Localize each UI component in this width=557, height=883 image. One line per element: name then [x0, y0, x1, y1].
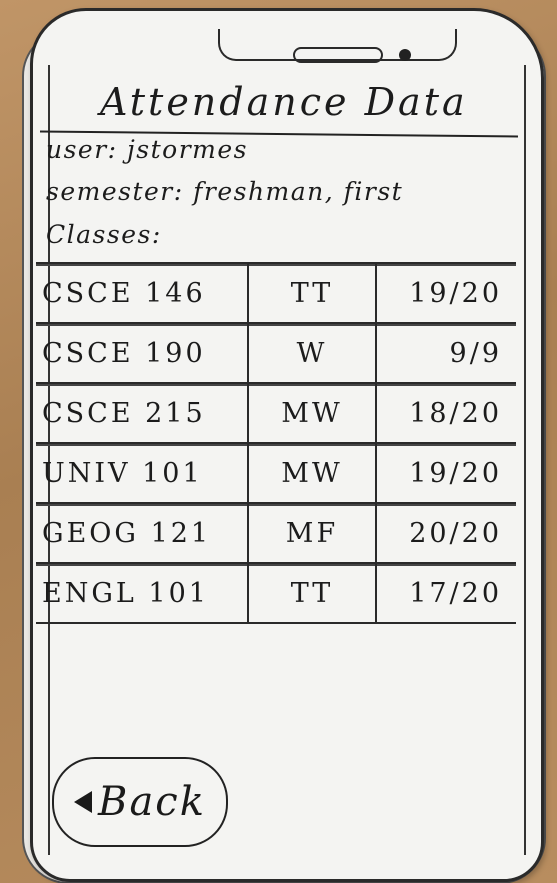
speaker-icon [293, 47, 383, 63]
table-row[interactable]: UNIV 101 MW 19/20 [36, 442, 516, 502]
days-cell: W [249, 324, 377, 382]
attendance-cell: 9/9 [449, 337, 502, 369]
semester-info: semester: freshman, first [46, 177, 404, 206]
course-cell: ENGL 101 [36, 564, 249, 622]
scene: Attendance Data user: jstormes semester:… [0, 0, 557, 883]
back-button[interactable]: Back [52, 757, 228, 847]
days-cell: MF [249, 504, 377, 562]
page-title: Attendance Data [100, 80, 468, 124]
attendance-cell: 19/20 [409, 277, 502, 309]
course-cell: UNIV 101 [36, 444, 249, 502]
classes-heading: Classes: [46, 220, 162, 249]
table-row[interactable]: ENGL 101 TT 17/20 [36, 562, 516, 624]
table-row[interactable]: CSCE 190 W 9/9 [36, 322, 516, 382]
camera-icon [399, 49, 411, 61]
attendance-cell: 20/20 [409, 517, 502, 549]
course-cell: CSCE 215 [36, 384, 249, 442]
days-cell: TT [249, 264, 377, 322]
table-row[interactable]: CSCE 146 TT 19/20 [36, 262, 516, 322]
course-cell: CSCE 146 [36, 264, 249, 322]
attendance-cell: 17/20 [409, 577, 502, 609]
attendance-cell: 19/20 [409, 457, 502, 489]
table-row[interactable]: CSCE 215 MW 18/20 [36, 382, 516, 442]
table-row[interactable]: GEOG 121 MF 20/20 [36, 502, 516, 562]
back-arrow-icon [74, 791, 93, 813]
user-info: user: jstormes [46, 135, 249, 164]
classes-table: CSCE 146 TT 19/20 CSCE 190 W 9/9 CSCE 21… [36, 262, 516, 624]
course-cell: CSCE 190 [36, 324, 249, 382]
days-cell: MW [249, 384, 377, 442]
back-button-label: Back [98, 779, 206, 825]
course-cell: GEOG 121 [36, 504, 249, 562]
days-cell: TT [249, 564, 377, 622]
attendance-cell: 18/20 [409, 397, 502, 429]
days-cell: MW [249, 444, 377, 502]
